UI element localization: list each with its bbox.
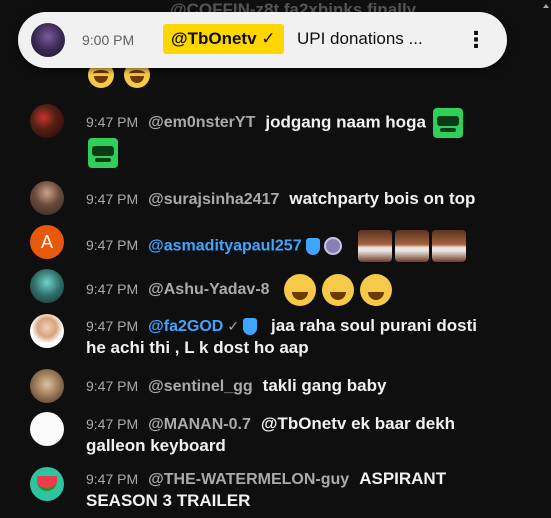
author-name[interactable]: @sentinel_gg [148,378,253,395]
moderator-badge-icon [305,237,320,255]
author-name[interactable]: @surajsinha2417 [148,191,279,208]
scroll-up-arrow-icon[interactable] [543,4,549,8]
message-text: galleon keyboard [86,436,226,455]
author-name[interactable]: @em0nsterYT [148,114,255,131]
pinned-avatar[interactable] [31,23,65,57]
message-time: 9:47 PM [86,416,139,432]
avatar[interactable]: A [30,225,64,259]
scrollbar[interactable] [541,0,551,518]
pinned-author-badge[interactable]: @TbOnetv ✓ [163,24,284,54]
author-name[interactable]: @MANAN-0.7 [148,416,251,433]
avatar[interactable] [30,269,64,303]
message-text: takli gang baby [262,376,387,395]
message-time: 9:47 PM [86,471,139,487]
grinning-squint-emoji-icon [360,274,393,306]
message-text: jodgang naam hoga [265,112,426,132]
message-time: 9:47 PM [86,378,139,394]
author-name[interactable]: @asmadityapaul257 [148,237,301,254]
avatar[interactable] [30,369,64,403]
moderator-badge-icon [243,318,258,336]
avatar[interactable] [30,412,64,446]
message-text: he achi thi , L k dost ho aap [86,338,309,357]
more-options-icon[interactable]: ⋮ [465,26,487,54]
pinned-message-text: UPI donations ... [297,29,423,48]
grinning-squint-emoji-icon [322,274,355,306]
avatar[interactable] [30,314,64,348]
message-time: 9:47 PM [86,114,139,131]
message-text: jaa raha soul purani dosti [271,316,477,335]
author-name[interactable]: @THE-WATERMELON-guy [148,471,349,488]
avatar[interactable] [30,181,64,215]
verified-check-icon: ✓ [227,318,240,335]
author-name[interactable]: @Ashu-Yadav-8 [148,281,269,298]
live-chat: @COFFIN-z8t fa2xbinks finally 9:47 PM @em… [0,0,541,518]
grinning-squint-emoji-icon [284,274,317,306]
message-text: ASPIRANT [359,469,447,488]
pinned-message-time: 9:00 PM [82,32,135,48]
face-emote-icon [395,230,430,262]
green-laugh-emote-icon [88,138,118,168]
face-emote-icon [432,230,467,262]
pinned-message-banner[interactable]: 9:00 PM @TbOnetv ✓ UPI donations ... ⋮ [18,12,507,68]
avatar[interactable] [30,467,64,501]
message-text: watchparty bois on top [289,189,476,208]
member-badge-icon [323,237,342,255]
avatar[interactable] [30,104,64,138]
face-emote-icon [358,230,393,262]
green-laugh-emote-icon [432,108,463,138]
message-time: 9:47 PM [86,191,139,207]
message-text: SEASON 3 TRAILER [86,491,251,510]
author-name[interactable]: @fa2GOD [148,318,223,335]
message-text: @TbOnetv ek baar dekh [260,414,456,433]
message-time: 9:47 PM [86,281,139,298]
message-time: 9:47 PM [86,237,139,254]
watermelon-icon [37,476,57,491]
message-time: 9:47 PM [86,318,139,334]
